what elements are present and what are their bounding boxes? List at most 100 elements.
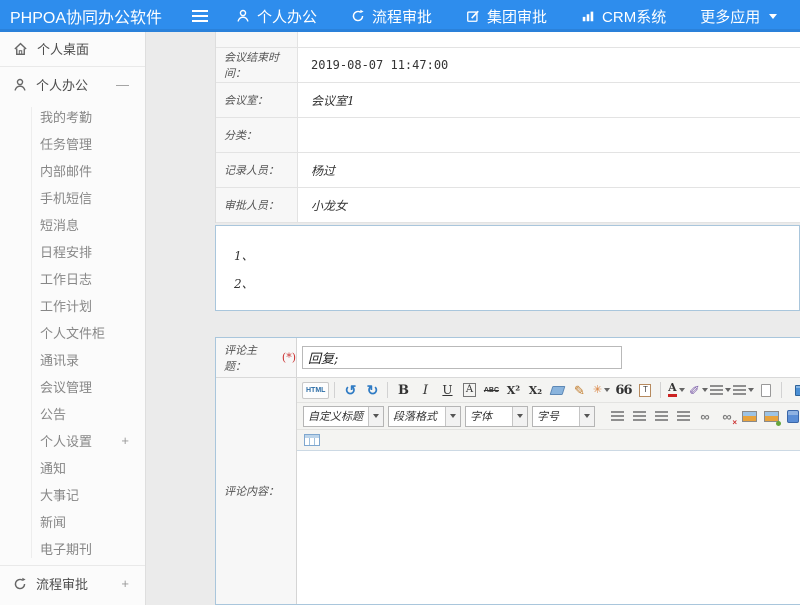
field-label: 记录人员： bbox=[216, 153, 298, 187]
field-label: 审批人员： bbox=[216, 188, 298, 222]
chevron-down-icon bbox=[725, 388, 731, 392]
font-color-button[interactable]: A bbox=[666, 380, 686, 400]
sidebar-item-label: 通讯录 bbox=[40, 350, 79, 369]
justify-button[interactable] bbox=[673, 406, 693, 426]
align-center-button[interactable] bbox=[629, 406, 649, 426]
sidebar-item-contacts[interactable]: 通讯录 bbox=[0, 346, 145, 373]
editor-toolbar-row2: 自定义标题 段落格式字体字号 ∞∞ bbox=[297, 403, 800, 430]
underline-button[interactable]: U bbox=[437, 380, 457, 400]
comment-subject-row: 评论主题： (*) bbox=[216, 338, 800, 378]
font-family-select[interactable]: 字体 bbox=[465, 406, 528, 427]
toolbar-separator bbox=[660, 382, 661, 398]
blockquote-button-glyph: 66 bbox=[615, 384, 631, 397]
field-value: 会议室1 bbox=[298, 83, 800, 117]
style-select[interactable]: 自定义标题 bbox=[303, 406, 384, 427]
strikethrough-button-glyph: ABC bbox=[484, 387, 499, 394]
rich-text-editor: HTML↺↻BIUAABCX²X₂✎✳66TA✐ 自定义标题段落格式字体字号∞∞ bbox=[297, 378, 800, 604]
sidebar-item-meeting-management[interactable]: 会议管理 bbox=[0, 373, 145, 400]
sidebar-item-announcement[interactable]: 公告 bbox=[0, 400, 145, 427]
nav-more-apps[interactable]: 更多应用 bbox=[700, 6, 777, 27]
sidebar-item-personal-file-cabinet[interactable]: 个人文件柜 bbox=[0, 319, 145, 346]
sidebar-item-personal-settings[interactable]: 个人设置+ bbox=[0, 427, 145, 454]
sidebar-item-e-journal[interactable]: 电子期刊 bbox=[0, 535, 145, 562]
collapse-toggle-icon[interactable]: — bbox=[116, 77, 129, 92]
sidebar-item-news[interactable]: 新闻 bbox=[0, 508, 145, 535]
fullscreen-button[interactable] bbox=[792, 380, 800, 400]
sidebar-item-label: 个人桌面 bbox=[37, 39, 89, 58]
chevron-down-icon bbox=[604, 388, 610, 392]
nav-group-approval[interactable]: 集团审批 bbox=[466, 6, 547, 27]
sidebar-item-personal-desktop[interactable]: 个人桌面 bbox=[0, 32, 145, 65]
form-table: 会议结束时间：2019-08-07 11:47:00会议室：会议室1分类：记录人… bbox=[215, 32, 800, 223]
person-icon bbox=[236, 9, 250, 23]
unordered-list-button[interactable] bbox=[733, 380, 754, 400]
sidebar-item-short-message[interactable]: 短消息 bbox=[0, 211, 145, 238]
content-line: 2、 bbox=[234, 270, 799, 298]
sidebar-item-work-plan[interactable]: 工作计划 bbox=[0, 292, 145, 319]
undo-button[interactable]: ↺ bbox=[340, 380, 360, 400]
blockquote-button[interactable]: 66 bbox=[613, 380, 633, 400]
link-button[interactable]: ∞ bbox=[695, 406, 715, 426]
net-image-button[interactable] bbox=[761, 406, 781, 426]
content-box[interactable]: 1、 2、 bbox=[215, 225, 800, 311]
sidebar-item-notice[interactable]: 通知 bbox=[0, 454, 145, 481]
nav-label: 流程审批 bbox=[372, 6, 432, 27]
undo-button-glyph: ↺ bbox=[345, 383, 357, 397]
remove-format-button-icon bbox=[549, 386, 565, 395]
format-painter-button[interactable]: ✎ bbox=[569, 380, 589, 400]
image-button[interactable] bbox=[739, 406, 759, 426]
sidebar-item-personal-office[interactable]: 个人办公— bbox=[0, 68, 145, 101]
subscript-button[interactable]: X₂ bbox=[525, 380, 545, 400]
sidebar-item-internal-mail[interactable]: 内部邮件 bbox=[0, 157, 145, 184]
sidebar-submenu: 我的考勤任务管理内部邮件手机短信短消息日程安排工作日志工作计划个人文件柜通讯录会… bbox=[0, 101, 145, 564]
remove-format-button[interactable] bbox=[547, 380, 567, 400]
sidebar-item-work-log[interactable]: 工作日志 bbox=[0, 265, 145, 292]
unlink-button[interactable]: ∞ bbox=[717, 406, 737, 426]
sidebar-item-memorabilia[interactable]: 大事记 bbox=[0, 481, 145, 508]
source-button[interactable]: HTML bbox=[302, 382, 329, 399]
bold-button[interactable]: B bbox=[393, 380, 413, 400]
chevron-down-icon bbox=[679, 388, 685, 392]
new-page-button[interactable] bbox=[756, 380, 776, 400]
special-char-button[interactable]: ✳ bbox=[591, 380, 611, 400]
sidebar-item-workflow-approval[interactable]: 流程审批+ bbox=[0, 567, 145, 600]
form-row-blank bbox=[216, 32, 800, 48]
redo-button[interactable]: ↻ bbox=[362, 380, 382, 400]
font-size-select[interactable]: 字号 bbox=[532, 406, 595, 427]
select-value: 自定义标题 bbox=[304, 408, 368, 424]
paragraph-format-select[interactable]: 段落格式 bbox=[388, 406, 461, 427]
italic-button[interactable]: I bbox=[415, 380, 435, 400]
hamburger-icon[interactable] bbox=[192, 15, 208, 17]
paste-word-button[interactable]: T bbox=[635, 380, 655, 400]
superscript-button[interactable]: X² bbox=[503, 380, 523, 400]
chevron-down-icon bbox=[702, 388, 708, 392]
sidebar-item-schedule[interactable]: 日程安排 bbox=[0, 238, 145, 265]
nav-personal-office[interactable]: 个人办公 bbox=[236, 6, 317, 27]
char-border-button[interactable]: A bbox=[459, 380, 479, 400]
nav-workflow-approval[interactable]: 流程审批 bbox=[351, 6, 432, 27]
underline-button-glyph: U bbox=[442, 384, 452, 396]
sidebar-divider bbox=[0, 66, 145, 67]
sidebar-item-my-attendance[interactable]: 我的考勤 bbox=[0, 103, 145, 130]
editor-content[interactable] bbox=[297, 451, 800, 604]
sidebar-item-mobile-sms[interactable]: 手机短信 bbox=[0, 184, 145, 211]
align-left-button-icon bbox=[611, 411, 624, 421]
ordered-list-button[interactable] bbox=[710, 380, 731, 400]
subject-input[interactable] bbox=[302, 346, 622, 369]
align-right-button[interactable] bbox=[651, 406, 671, 426]
nav-crm-system[interactable]: CRM系统 bbox=[581, 6, 666, 27]
form-sheet: 会议结束时间：2019-08-07 11:47:00会议室：会议室1分类：记录人… bbox=[215, 32, 800, 605]
highlight-button[interactable]: ✐ bbox=[688, 380, 708, 400]
chevron-down-icon bbox=[769, 14, 777, 19]
sidebar-item-label: 任务管理 bbox=[40, 134, 92, 153]
field-value: 2019-08-07 11:47:00 bbox=[298, 48, 800, 82]
collapse-toggle-icon[interactable]: + bbox=[121, 576, 129, 591]
expand-toggle-icon[interactable]: + bbox=[121, 433, 129, 448]
align-left-button[interactable] bbox=[607, 406, 627, 426]
table-button[interactable] bbox=[302, 430, 322, 450]
strikethrough-button[interactable]: ABC bbox=[481, 380, 501, 400]
topbar-nav: 个人办公 流程审批 集团审批 CRM系统 更多应用 bbox=[236, 6, 777, 27]
sidebar-item-task-management[interactable]: 任务管理 bbox=[0, 130, 145, 157]
field-value: 小龙女 bbox=[298, 188, 800, 222]
media-button[interactable] bbox=[783, 406, 800, 426]
